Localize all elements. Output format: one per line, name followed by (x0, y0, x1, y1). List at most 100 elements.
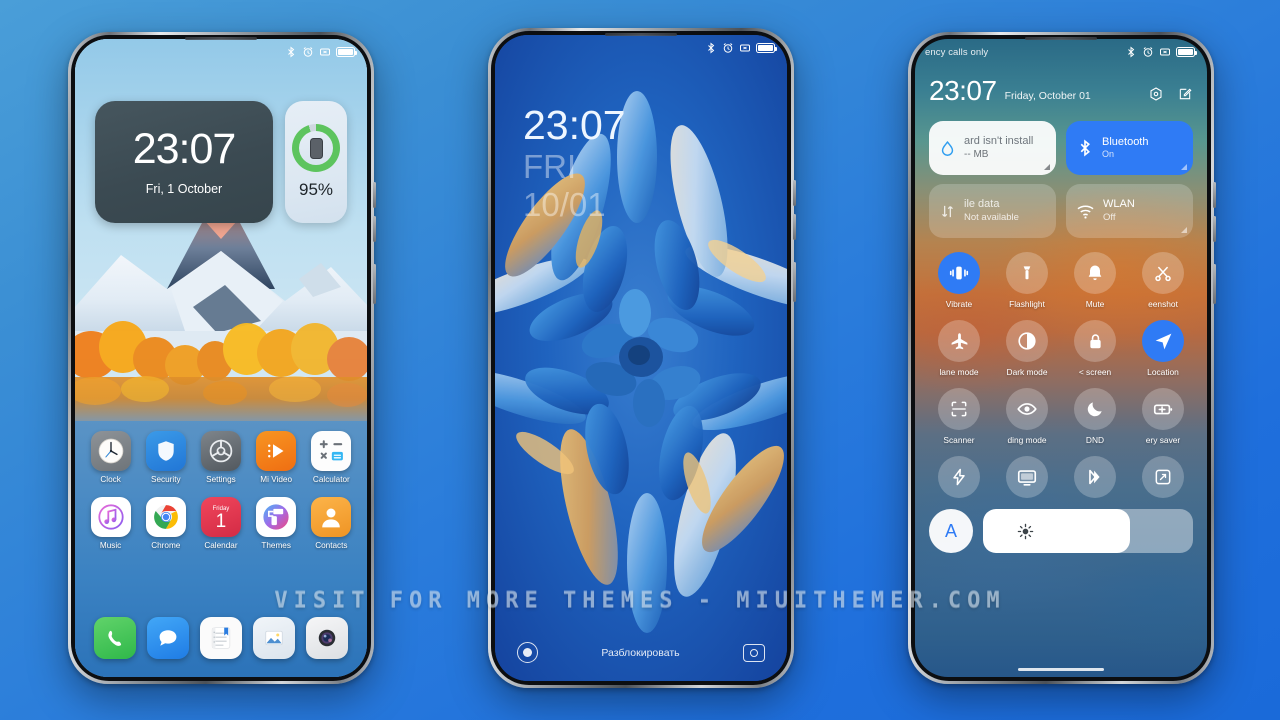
paint-roller-icon (256, 497, 297, 537)
clock-widget-time: 23:07 (132, 125, 237, 173)
app-chrome[interactable]: Chrome (142, 497, 190, 550)
battery-ring (292, 124, 340, 172)
power-button[interactable] (373, 264, 376, 304)
camera-icon[interactable] (743, 643, 765, 662)
volume-up-button[interactable] (1213, 182, 1216, 208)
airplane-icon (938, 320, 980, 362)
toggle-sync[interactable] (1065, 456, 1125, 503)
clock-widget[interactable]: 23:07 Fri, 1 October (95, 101, 273, 223)
sdcard-tile[interactable]: ard isn't install -- MB (929, 121, 1056, 175)
messages-app[interactable] (147, 617, 190, 659)
app-security[interactable]: Security (142, 431, 190, 484)
sun-icon (1017, 523, 1034, 539)
app-clock[interactable]: Clock (87, 431, 135, 484)
cc-header-actions (1148, 86, 1193, 102)
bluetooth-icon (288, 46, 295, 58)
toggle-cast[interactable] (997, 456, 1057, 503)
toggle-label: ery saver (1145, 435, 1181, 445)
home-indicator[interactable] (1018, 667, 1104, 671)
volume-down-button[interactable] (1213, 216, 1216, 242)
power-button[interactable] (1213, 264, 1216, 304)
battery-icon (336, 47, 357, 57)
toggle-scanner[interactable]: Scanner (929, 388, 989, 445)
app-row-2: Music Chrome Friday 1 Calendar Themes Co… (75, 497, 367, 550)
bell-icon (1074, 252, 1116, 294)
app-calculator[interactable]: Calculator (307, 431, 355, 484)
app-contacts[interactable]: Contacts (307, 497, 355, 550)
toggle-airplane-mode[interactable]: lane mode (929, 320, 989, 377)
flashlight-icon (1006, 252, 1048, 294)
toggle-screenshot[interactable]: eenshot (1133, 252, 1193, 309)
app-label: Clock (100, 475, 121, 484)
toggle-expand[interactable] (1133, 456, 1193, 503)
gallery-app[interactable] (252, 617, 295, 659)
volume-up-button[interactable] (373, 182, 376, 208)
tile-sub: -- MB (964, 148, 989, 160)
toggle-mute[interactable]: Mute (1065, 252, 1125, 309)
phone-app[interactable] (94, 617, 137, 659)
toggle-battery-saver[interactable]: ery saver (1133, 388, 1193, 445)
app-label: Themes (261, 541, 291, 550)
power-button[interactable] (793, 262, 796, 302)
app-label: Calculator (312, 475, 350, 484)
battery-widget[interactable]: 95% (285, 101, 347, 223)
sync-icon (1074, 456, 1116, 498)
battery-icon (1176, 47, 1197, 57)
volume-down-button[interactable] (793, 214, 796, 240)
tile-expand-corner[interactable] (1181, 227, 1187, 233)
tile-text: WLAN Off (1103, 198, 1135, 224)
toggle-label: Location (1147, 367, 1179, 377)
mobile-data-tile[interactable]: ile data Not available (929, 184, 1056, 238)
moon-icon (1074, 388, 1116, 430)
bluetooth-tile[interactable]: Bluetooth On (1066, 121, 1193, 175)
record-icon[interactable] (517, 642, 538, 663)
tile-expand-corner[interactable] (1181, 164, 1187, 170)
toggle-label: Mute (1085, 299, 1105, 309)
brightness-slider[interactable] (983, 509, 1193, 553)
screen-home: 23:07 Fri, 1 October 95% Clock Security … (75, 39, 367, 677)
auto-brightness-button[interactable]: A (929, 509, 973, 553)
chrome-icon (145, 497, 186, 537)
tile-expand-corner[interactable] (1044, 164, 1050, 170)
app-calendar[interactable]: Friday 1 Calendar (197, 497, 245, 550)
music-note-icon (90, 497, 131, 537)
lock-weekday: FRI (523, 148, 577, 185)
toggle-vibrate[interactable]: Vibrate (929, 252, 989, 309)
volume-down-button[interactable] (373, 216, 376, 242)
toggle-flashlight[interactable]: Flashlight (997, 252, 1057, 309)
toggle-lock-screen[interactable]: < screen (1065, 320, 1125, 377)
lock-time: 23:07 (523, 102, 626, 148)
navigation-arrow-icon (1142, 320, 1184, 362)
wlan-tile[interactable]: WLAN Off (1066, 184, 1193, 238)
toggle-row-2: lane mode Dark mode < screen Location (929, 320, 1193, 377)
app-mi-video[interactable]: Mi Video (252, 431, 300, 484)
gear-icon (200, 431, 241, 471)
silent-icon (320, 48, 330, 56)
app-music[interactable]: Music (87, 497, 135, 550)
edit-icon[interactable] (1177, 86, 1193, 102)
scissors-icon (1142, 252, 1184, 294)
toggle-location[interactable]: Location (1133, 320, 1193, 377)
cc-time: 23:07 (929, 75, 997, 106)
vibrate-icon (938, 252, 980, 294)
volume-up-button[interactable] (793, 180, 796, 206)
tile-sub: Not available (964, 211, 1019, 223)
toggle-label: ding mode (1007, 435, 1047, 445)
app-label: Calendar (204, 541, 238, 550)
app-themes[interactable]: Themes (252, 497, 300, 550)
toggle-lightning[interactable] (929, 456, 989, 503)
toggle-label: Scanner (943, 435, 975, 445)
tile-title: ile data (964, 198, 1000, 211)
notes-app[interactable] (199, 617, 242, 659)
camera-app[interactable] (305, 617, 348, 659)
calculator-icon (311, 431, 352, 471)
toggle-dark-mode[interactable]: Dark mode (997, 320, 1057, 377)
phone-glyph-icon (309, 137, 323, 159)
clock-icon (90, 431, 131, 471)
toggle-dnd[interactable]: DND (1065, 388, 1125, 445)
settings-hex-icon[interactable] (1148, 86, 1164, 102)
app-label: Music (99, 541, 122, 550)
data-arrows-icon (942, 205, 953, 217)
toggle-reading-mode[interactable]: ding mode (997, 388, 1057, 445)
app-settings[interactable]: Settings (197, 431, 245, 484)
